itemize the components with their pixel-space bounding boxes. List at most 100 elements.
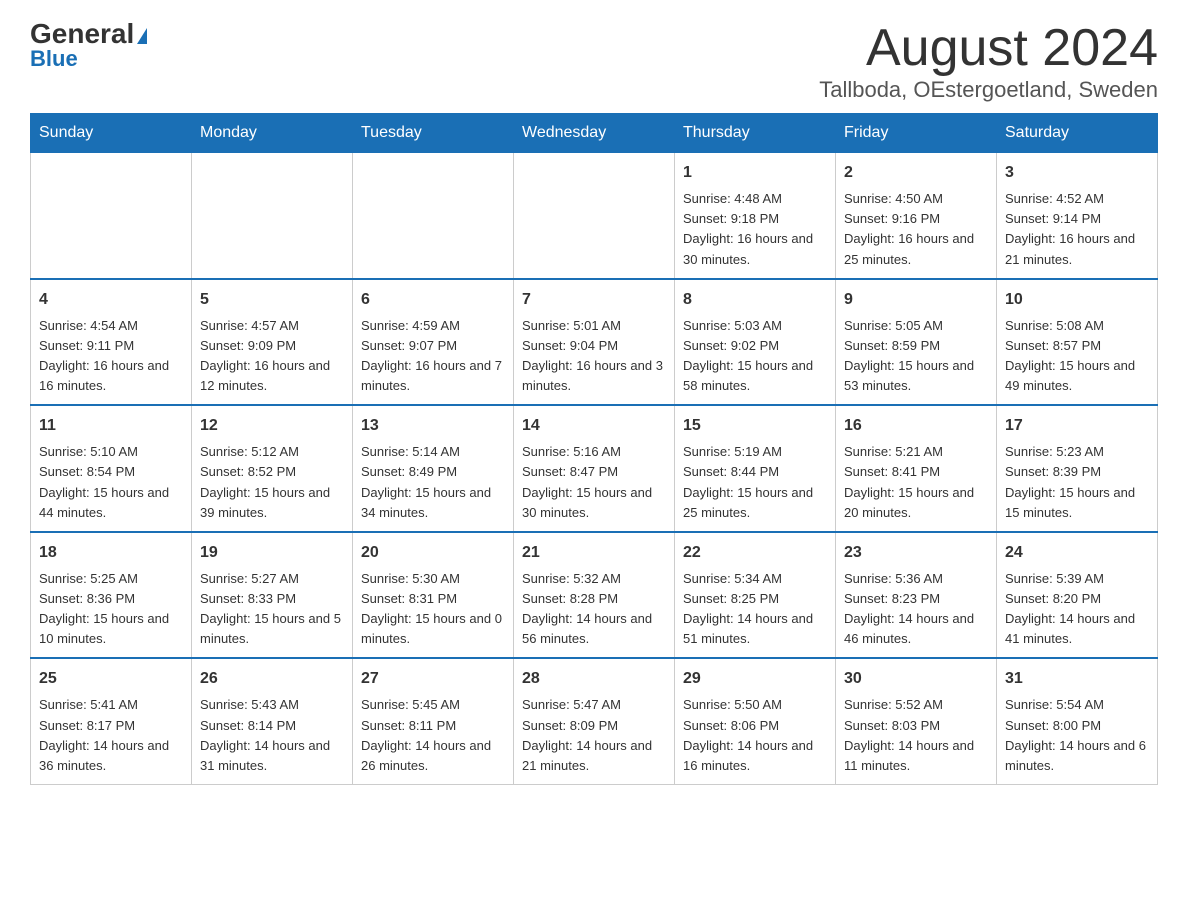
day-number: 8 — [683, 288, 827, 312]
day-number: 18 — [39, 541, 183, 565]
day-number: 19 — [200, 541, 344, 565]
table-row: 21 Sunrise: 5:32 AM Sunset: 8:28 PM Dayli… — [514, 532, 675, 659]
day-number: 30 — [844, 667, 988, 691]
day-info: Sunrise: 4:57 AM Sunset: 9:09 PM Dayligh… — [200, 316, 344, 397]
header-monday: Monday — [192, 114, 353, 153]
day-info: Sunrise: 5:12 AM Sunset: 8:52 PM Dayligh… — [200, 442, 344, 523]
calendar-week-row: 18 Sunrise: 5:25 AM Sunset: 8:36 PM Dayli… — [31, 532, 1158, 659]
title-section: August 2024 Tallboda, OEstergoetland, Sw… — [819, 20, 1158, 103]
table-row: 26Sunrise: 5:43 AM Sunset: 8:14 PM Dayli… — [192, 658, 353, 784]
table-row: 27 Sunrise: 5:45 AM Sunset: 8:11 PM Dayli… — [353, 658, 514, 784]
day-info: Sunrise: 5:19 AM Sunset: 8:44 PM Dayligh… — [683, 442, 827, 523]
location-title: Tallboda, OEstergoetland, Sweden — [819, 77, 1158, 103]
header-saturday: Saturday — [997, 114, 1158, 153]
day-number: 7 — [522, 288, 666, 312]
day-info: Sunrise: 5:14 AM Sunset: 8:49 PM Dayligh… — [361, 442, 505, 523]
logo-general-text: General — [30, 20, 147, 48]
table-row: 1 Sunrise: 4:48 AM Sunset: 9:18 PM Daylig… — [675, 153, 836, 279]
table-row: 20Sunrise: 5:30 AM Sunset: 8:31 PM Dayli… — [353, 532, 514, 659]
day-number: 20 — [361, 541, 505, 565]
day-number: 23 — [844, 541, 988, 565]
calendar-week-row: 11 Sunrise: 5:10 AM Sunset: 8:54 PM Dayli… — [31, 405, 1158, 532]
day-number: 25 — [39, 667, 183, 691]
day-number: 4 — [39, 288, 183, 312]
day-number: 12 — [200, 414, 344, 438]
day-number: 5 — [200, 288, 344, 312]
calendar-header-row: Sunday Monday Tuesday Wednesday Thursday… — [31, 114, 1158, 153]
day-number: 21 — [522, 541, 666, 565]
day-info: Sunrise: 4:50 AM Sunset: 9:16 PM Dayligh… — [844, 189, 988, 270]
day-info: Sunrise: 5:45 AM Sunset: 8:11 PM Dayligh… — [361, 695, 505, 776]
day-info: Sunrise: 4:54 AM Sunset: 9:11 PM Dayligh… — [39, 316, 183, 397]
calendar-week-row: 4 Sunrise: 4:54 AM Sunset: 9:11 PM Daylig… — [31, 279, 1158, 406]
day-info: Sunrise: 4:59 AM Sunset: 9:07 PM Dayligh… — [361, 316, 505, 397]
day-number: 9 — [844, 288, 988, 312]
day-info: Sunrise: 5:32 AM Sunset: 8:28 PM Dayligh… — [522, 569, 666, 650]
table-row — [192, 153, 353, 279]
logo: General Blue — [30, 20, 147, 72]
table-row: 23 Sunrise: 5:36 AM Sunset: 8:23 PM Dayli… — [836, 532, 997, 659]
day-info: Sunrise: 5:52 AM Sunset: 8:03 PM Dayligh… — [844, 695, 988, 776]
table-row: 12 Sunrise: 5:12 AM Sunset: 8:52 PM Dayli… — [192, 405, 353, 532]
day-number: 13 — [361, 414, 505, 438]
day-number: 27 — [361, 667, 505, 691]
table-row: 31 Sunrise: 5:54 AM Sunset: 8:00 PM Dayli… — [997, 658, 1158, 784]
day-info: Sunrise: 5:03 AM Sunset: 9:02 PM Dayligh… — [683, 316, 827, 397]
header-thursday: Thursday — [675, 114, 836, 153]
day-number: 10 — [1005, 288, 1149, 312]
day-info: Sunrise: 5:39 AM Sunset: 8:20 PM Dayligh… — [1005, 569, 1149, 650]
calendar-week-row: 1 Sunrise: 4:48 AM Sunset: 9:18 PM Daylig… — [31, 153, 1158, 279]
day-info: Sunrise: 5:43 AM Sunset: 8:14 PM Dayligh… — [200, 695, 344, 776]
table-row: 5 Sunrise: 4:57 AM Sunset: 9:09 PM Daylig… — [192, 279, 353, 406]
day-info: Sunrise: 5:50 AM Sunset: 8:06 PM Dayligh… — [683, 695, 827, 776]
table-row: 30 Sunrise: 5:52 AM Sunset: 8:03 PM Dayli… — [836, 658, 997, 784]
table-row — [514, 153, 675, 279]
day-info: Sunrise: 5:36 AM Sunset: 8:23 PM Dayligh… — [844, 569, 988, 650]
header-sunday: Sunday — [31, 114, 192, 153]
month-title: August 2024 — [819, 20, 1158, 77]
calendar-week-row: 25 Sunrise: 5:41 AM Sunset: 8:17 PM Dayli… — [31, 658, 1158, 784]
header-friday: Friday — [836, 114, 997, 153]
table-row — [31, 153, 192, 279]
day-number: 11 — [39, 414, 183, 438]
table-row: 14Sunrise: 5:16 AM Sunset: 8:47 PM Dayli… — [514, 405, 675, 532]
table-row: 11 Sunrise: 5:10 AM Sunset: 8:54 PM Dayli… — [31, 405, 192, 532]
day-info: Sunrise: 4:48 AM Sunset: 9:18 PM Dayligh… — [683, 189, 827, 270]
day-number: 16 — [844, 414, 988, 438]
table-row: 22Sunrise: 5:34 AM Sunset: 8:25 PM Dayli… — [675, 532, 836, 659]
logo-triangle-icon — [137, 28, 147, 44]
day-number: 15 — [683, 414, 827, 438]
table-row: 2 Sunrise: 4:50 AM Sunset: 9:16 PM Daylig… — [836, 153, 997, 279]
calendar-table: Sunday Monday Tuesday Wednesday Thursday… — [30, 113, 1158, 785]
table-row: 25 Sunrise: 5:41 AM Sunset: 8:17 PM Dayli… — [31, 658, 192, 784]
table-row: 4 Sunrise: 4:54 AM Sunset: 9:11 PM Daylig… — [31, 279, 192, 406]
table-row: 6Sunrise: 4:59 AM Sunset: 9:07 PM Daylig… — [353, 279, 514, 406]
day-number: 22 — [683, 541, 827, 565]
table-row: 24Sunrise: 5:39 AM Sunset: 8:20 PM Dayli… — [997, 532, 1158, 659]
day-info: Sunrise: 5:23 AM Sunset: 8:39 PM Dayligh… — [1005, 442, 1149, 523]
table-row: 9 Sunrise: 5:05 AM Sunset: 8:59 PM Daylig… — [836, 279, 997, 406]
table-row: 7Sunrise: 5:01 AM Sunset: 9:04 PM Daylig… — [514, 279, 675, 406]
day-info: Sunrise: 5:21 AM Sunset: 8:41 PM Dayligh… — [844, 442, 988, 523]
day-info: Sunrise: 5:54 AM Sunset: 8:00 PM Dayligh… — [1005, 695, 1149, 776]
day-info: Sunrise: 5:27 AM Sunset: 8:33 PM Dayligh… — [200, 569, 344, 650]
day-number: 2 — [844, 161, 988, 185]
day-info: Sunrise: 5:41 AM Sunset: 8:17 PM Dayligh… — [39, 695, 183, 776]
day-number: 31 — [1005, 667, 1149, 691]
logo-blue-text: Blue — [30, 46, 78, 72]
day-info: Sunrise: 5:10 AM Sunset: 8:54 PM Dayligh… — [39, 442, 183, 523]
table-row: 29 Sunrise: 5:50 AM Sunset: 8:06 PM Dayli… — [675, 658, 836, 784]
day-info: Sunrise: 5:16 AM Sunset: 8:47 PM Dayligh… — [522, 442, 666, 523]
day-number: 29 — [683, 667, 827, 691]
table-row — [353, 153, 514, 279]
day-info: Sunrise: 5:47 AM Sunset: 8:09 PM Dayligh… — [522, 695, 666, 776]
day-info: Sunrise: 5:08 AM Sunset: 8:57 PM Dayligh… — [1005, 316, 1149, 397]
day-number: 1 — [683, 161, 827, 185]
day-info: Sunrise: 5:05 AM Sunset: 8:59 PM Dayligh… — [844, 316, 988, 397]
day-info: Sunrise: 5:25 AM Sunset: 8:36 PM Dayligh… — [39, 569, 183, 650]
table-row: 3Sunrise: 4:52 AM Sunset: 9:14 PM Daylig… — [997, 153, 1158, 279]
header-wednesday: Wednesday — [514, 114, 675, 153]
page-header: General Blue August 2024 Tallboda, OEste… — [30, 20, 1158, 103]
table-row: 28Sunrise: 5:47 AM Sunset: 8:09 PM Dayli… — [514, 658, 675, 784]
table-row: 13 Sunrise: 5:14 AM Sunset: 8:49 PM Dayli… — [353, 405, 514, 532]
